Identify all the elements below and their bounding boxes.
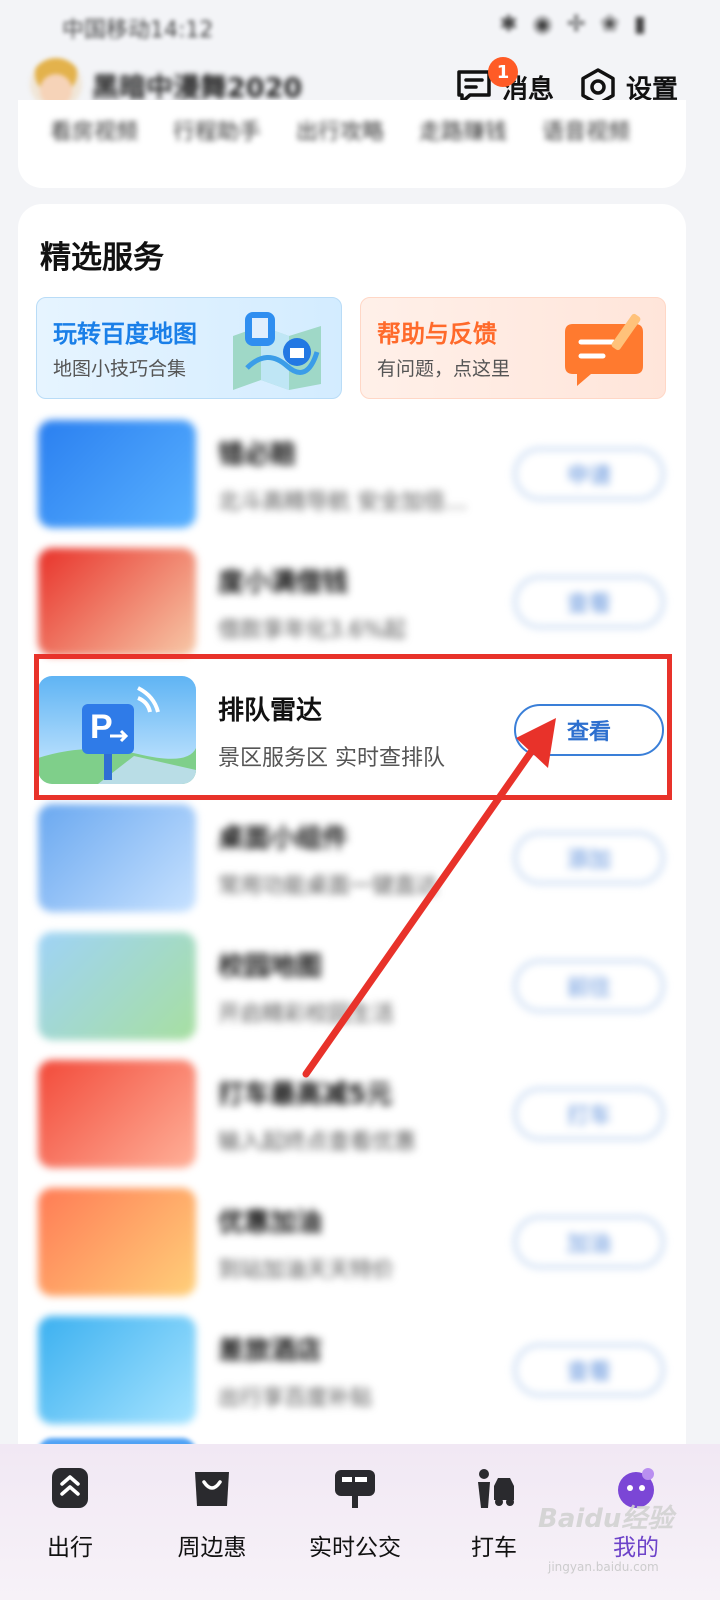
folded-map-icon <box>233 312 321 390</box>
item-thumbnail <box>38 1188 196 1296</box>
refuel-button[interactable]: 加油 <box>514 1216 664 1268</box>
status-carrier-time: 中国移动14:12 <box>62 18 214 43</box>
item-subtitle: 输入起终点查看优惠 <box>218 1130 417 1155</box>
add-button[interactable]: 添加 <box>514 832 664 884</box>
item-subtitle: 开启精彩校园生活 <box>218 1002 395 1027</box>
list-item[interactable]: 打车最高减5元 输入起终点查看优惠 打车 <box>38 1060 668 1168</box>
shopping-bag-icon <box>195 1472 229 1506</box>
list-item-queue-radar[interactable]: P 排队雷达 景区服务区 实时查排队 查看 <box>38 676 668 784</box>
message-badge: 1 <box>488 57 518 87</box>
promo-help-feedback[interactable]: 帮助与反馈 有问题，点这里 <box>360 297 666 399</box>
item-thumbnail <box>38 804 196 912</box>
item-subtitle: 景区服务区 实时查排队 <box>218 746 445 771</box>
nav-realtime-bus[interactable]: 实时公交 <box>293 1466 417 1562</box>
item-thumbnail <box>38 1316 196 1424</box>
list-item[interactable]: 度小满借钱 借款享年化3.6%起 查看 <box>38 548 668 656</box>
promo-help-subtitle: 有问题，点这里 <box>377 358 511 380</box>
queue-radar-view-button[interactable]: 查看 <box>514 704 664 756</box>
watermark-logo: Baidu经验 <box>538 1504 674 1534</box>
nav-label: 周边惠 <box>177 1535 247 1561</box>
nav-travel[interactable]: 出行 <box>10 1466 130 1562</box>
nav-nearby-deals[interactable]: 周边惠 <box>152 1466 272 1562</box>
view-button[interactable]: 查看 <box>514 576 664 628</box>
item-title: 桌面小组件 <box>218 824 349 854</box>
feedback-chat-icon <box>565 313 643 386</box>
item-thumbnail <box>38 932 196 1040</box>
item-title: 度小满借钱 <box>218 568 349 598</box>
item-title: 错必赔 <box>218 440 297 470</box>
list-item[interactable]: 桌面小组件 常用功能桌面一键直达 添加 <box>38 804 668 912</box>
bus-stop-icon <box>335 1470 375 1508</box>
nav-label: 出行 <box>47 1535 93 1561</box>
taxi-person-icon <box>478 1469 514 1508</box>
list-item[interactable]: 优惠加油 到站加油天天特价 加油 <box>38 1188 668 1296</box>
item-subtitle: 出行享百度补贴 <box>218 1386 373 1411</box>
item-thumbnail <box>38 1060 196 1168</box>
item-subtitle: 北斗高精导航 安全加倍… <box>218 490 467 515</box>
section-title: 精选服务 <box>40 240 164 276</box>
item-subtitle: 到站加油天天特价 <box>218 1258 395 1283</box>
go-button[interactable]: 前往 <box>514 960 664 1012</box>
nav-label: 实时公交 <box>309 1535 401 1561</box>
promo-map-subtitle: 地图小技巧合集 <box>53 358 187 380</box>
item-title: 打车最高减5元 <box>218 1080 393 1110</box>
item-title: 差旅酒店 <box>218 1336 323 1366</box>
item-title: 排队雷达 <box>218 696 323 726</box>
item-title: 优惠加油 <box>218 1208 323 1238</box>
list-item[interactable]: 错必赔 北斗高精导航 安全加倍… 申请 <box>38 420 668 528</box>
parking-radar-thumbnail: P <box>38 676 196 784</box>
list-item[interactable]: 差旅酒店 出行享百度补贴 查看 <box>38 1316 668 1424</box>
taxi-button[interactable]: 打车 <box>514 1088 664 1140</box>
promo-map-title: 玩转百度地图 <box>53 320 197 348</box>
apply-button[interactable]: 申请 <box>514 448 664 500</box>
item-thumbnail <box>38 548 196 656</box>
previous-section-card: 看房视频 行程助手 出行攻略 走路赚钱 语音视频 <box>18 100 686 188</box>
nav-label: 打车 <box>471 1535 517 1561</box>
item-thumbnail <box>38 420 196 528</box>
watermark-url: jingyan.baidu.com <box>548 1560 659 1574</box>
promo-help-title: 帮助与反馈 <box>377 320 497 348</box>
svg-text:P: P <box>90 708 113 746</box>
route-icon <box>52 1468 88 1508</box>
nav-taxi[interactable]: 打车 <box>434 1466 554 1562</box>
promo-map-tips[interactable]: 玩转百度地图 地图小技巧合集 <box>36 297 342 399</box>
view-button[interactable]: 查看 <box>514 1344 664 1396</box>
status-system-icons: ✱ ◉ ✢ ❀ ▮ <box>499 12 650 37</box>
status-bar: 中国移动14:12 ✱ ◉ ✢ ❀ ▮ <box>0 0 720 52</box>
item-subtitle: 常用功能桌面一键直达 <box>218 874 439 899</box>
item-title: 校园地图 <box>218 952 323 982</box>
list-item[interactable]: 校园地图 开启精彩校园生活 前往 <box>38 932 668 1040</box>
previous-section-items[interactable]: 看房视频 行程助手 出行攻略 走路赚钱 语音视频 <box>50 114 680 146</box>
item-subtitle: 借款享年化3.6%起 <box>218 618 406 643</box>
